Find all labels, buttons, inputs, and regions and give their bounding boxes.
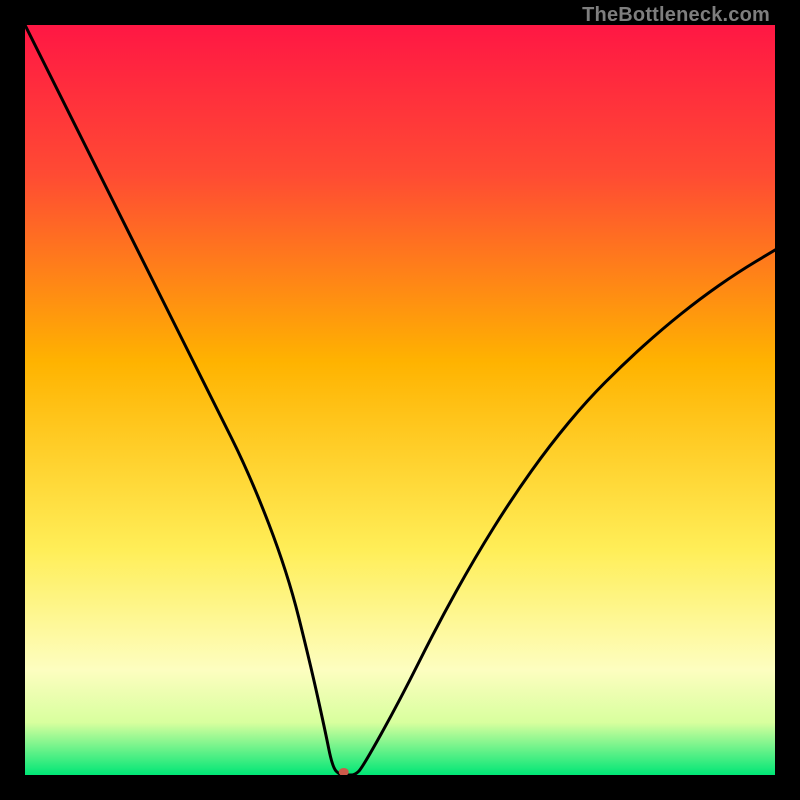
- gradient-background: [25, 25, 775, 775]
- plot-area: [25, 25, 775, 775]
- bottleneck-chart: [25, 25, 775, 775]
- chart-frame: TheBottleneck.com: [0, 0, 800, 800]
- watermark-text: TheBottleneck.com: [582, 4, 770, 27]
